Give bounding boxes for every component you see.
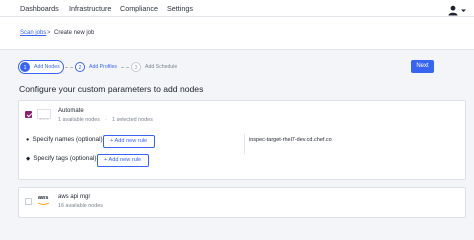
next-button[interactable]: Next	[411, 60, 434, 73]
automate-logo	[37, 109, 51, 120]
top-navigation: Dashboards Infrastructure Compliance Set…	[0, 0, 474, 17]
aws-checkbox[interactable]	[25, 198, 32, 205]
step-connector	[65, 67, 73, 68]
automate-checkbox[interactable]	[25, 111, 32, 118]
tag-icon: ◆	[26, 156, 31, 162]
step-label: Add Profiles	[89, 64, 117, 70]
selected-nodes: 1 selected nodes	[112, 117, 153, 123]
column-divider	[244, 134, 245, 154]
name-rule-result: inspec-target-rhel7-dev.cd.chef.co	[249, 137, 332, 143]
node-icon: ●	[26, 137, 30, 143]
add-name-rule-button[interactable]: + Add new rule	[103, 135, 155, 148]
add-tag-rule-button[interactable]: + Add new rule	[97, 154, 149, 167]
breadcrumb-current: Create new job	[54, 30, 95, 36]
aws-smile-icon	[37, 202, 50, 205]
step-label: Add Schedule	[145, 64, 178, 70]
section-title: Configure your custom parameters to add …	[19, 84, 204, 94]
nav-compliance[interactable]: Compliance	[120, 4, 158, 13]
step-number: 1	[20, 62, 30, 72]
specify-names-label: ● Specify names (optional)	[26, 136, 103, 143]
breadcrumb-scan-jobs-link[interactable]: Scan jobs	[20, 30, 46, 36]
user-icon	[448, 5, 466, 16]
add-rule-label: Add new rule	[108, 157, 142, 163]
step-number: 3	[131, 62, 141, 72]
step-add-nodes[interactable]: 1 Add Nodes	[18, 60, 64, 74]
specify-names-text: Specify names (optional)	[32, 136, 103, 143]
aws-logo: aws	[37, 195, 51, 206]
nav-settings[interactable]: Settings	[167, 4, 193, 13]
breadcrumb: Scan jobs > Create new job	[0, 17, 474, 50]
step-connector	[121, 67, 129, 68]
dot-separator: ·	[105, 117, 107, 123]
step-label: Add Nodes	[34, 64, 60, 70]
manager-name: aws api mgr	[58, 194, 91, 200]
available-nodes: 1 available nodes	[58, 117, 100, 123]
aws-logo-text: aws	[38, 195, 49, 201]
specify-tags-label: ◆ Specify tags (optional)	[26, 155, 96, 162]
specify-tags-text: Specify tags (optional)	[33, 155, 97, 162]
add-rule-label: Add new rule	[114, 138, 148, 144]
nav-infrastructure[interactable]: Infrastructure	[69, 4, 111, 13]
chevron-down-icon	[461, 9, 466, 12]
user-menu[interactable]	[447, 3, 467, 16]
step-add-schedule[interactable]: 3 Add Schedule	[129, 60, 193, 74]
available-nodes: 16 available nodes	[58, 203, 103, 209]
breadcrumb-separator: >	[47, 30, 51, 36]
automate-logo-icon	[39, 118, 49, 120]
manager-name: Automate	[58, 108, 84, 114]
nav-dashboards[interactable]: Dashboards	[20, 4, 59, 13]
step-number: 2	[75, 62, 85, 72]
